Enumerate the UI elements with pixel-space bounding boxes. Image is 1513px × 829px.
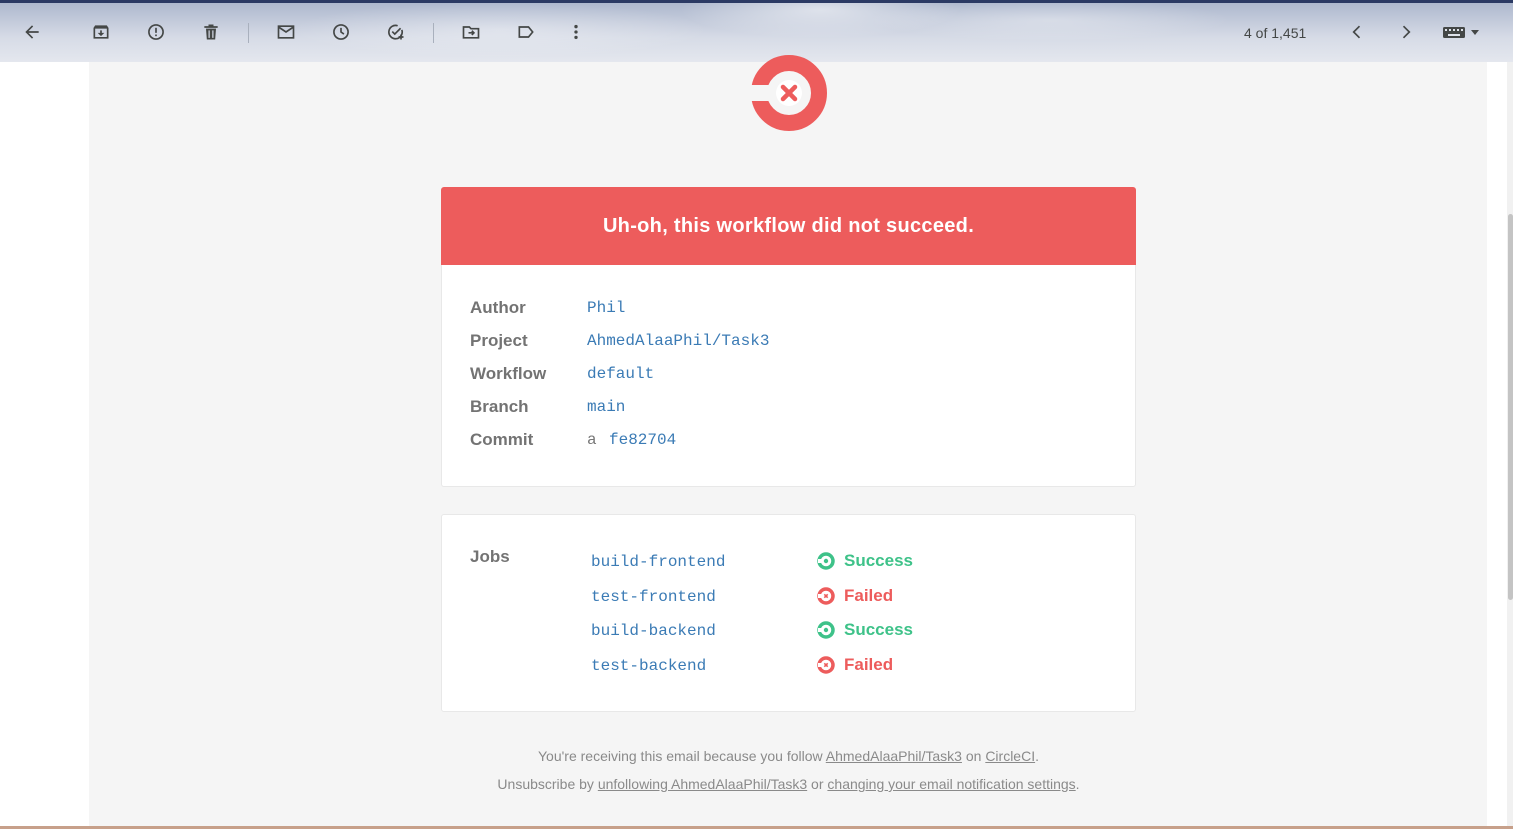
job-status: Failed bbox=[816, 655, 893, 675]
footer-text: or bbox=[807, 776, 828, 792]
unfollow-link[interactable]: unfollowing AhmedAlaaPhil/Task3 bbox=[598, 776, 807, 792]
toolbar-divider bbox=[248, 23, 249, 43]
chevron-left-icon[interactable] bbox=[1339, 14, 1375, 50]
delete-icon[interactable] bbox=[193, 14, 229, 50]
project-label: Project bbox=[470, 331, 528, 350]
add-task-icon[interactable] bbox=[378, 14, 414, 50]
more-vert-icon[interactable] bbox=[558, 14, 594, 50]
message-counter: 4 of 1,451 bbox=[1244, 25, 1307, 41]
failed-icon bbox=[817, 656, 835, 674]
toolbar-divider bbox=[433, 23, 434, 43]
back-arrow-icon[interactable] bbox=[14, 14, 50, 50]
job-name[interactable]: test-frontend bbox=[591, 588, 716, 606]
job-status: Failed bbox=[816, 586, 893, 606]
commit-prefix: a bbox=[587, 431, 597, 449]
workflow-status-banner: Uh-oh, this workflow did not succeed. bbox=[441, 187, 1136, 265]
notification-settings-link[interactable]: changing your email notification setting… bbox=[827, 776, 1075, 792]
job-status-label: Success bbox=[844, 620, 913, 639]
workflow-label: Workflow bbox=[470, 364, 547, 383]
move-to-icon[interactable] bbox=[453, 14, 489, 50]
success-icon bbox=[817, 552, 835, 570]
job-name[interactable]: test-backend bbox=[591, 657, 706, 675]
workflow-value[interactable]: default bbox=[587, 365, 654, 383]
commit-label: Commit bbox=[470, 430, 534, 449]
job-status-label: Failed bbox=[844, 655, 894, 674]
jobs-card bbox=[441, 514, 1136, 712]
footer-follow-notice: You're receiving this email because you … bbox=[441, 748, 1136, 764]
author-value[interactable]: Phil bbox=[587, 299, 625, 317]
commit-hash[interactable]: fe82704 bbox=[609, 431, 676, 449]
project-value[interactable]: AhmedAlaaPhil/Task3 bbox=[587, 332, 769, 350]
job-status: Success bbox=[816, 551, 913, 571]
footer-unsubscribe: Unsubscribe by unfollowing AhmedAlaaPhil… bbox=[441, 776, 1136, 792]
message-toolbar: 4 of 1,451 bbox=[0, 3, 1513, 62]
success-icon bbox=[817, 621, 835, 639]
report-spam-icon[interactable] bbox=[138, 14, 174, 50]
snooze-icon[interactable] bbox=[323, 14, 359, 50]
author-label: Author bbox=[470, 298, 526, 317]
job-name[interactable]: build-frontend bbox=[591, 553, 725, 571]
chevron-right-icon[interactable] bbox=[1388, 14, 1424, 50]
job-name[interactable]: build-backend bbox=[591, 622, 716, 640]
failed-icon bbox=[817, 587, 835, 605]
job-status-label: Success bbox=[844, 551, 913, 570]
footer-text: . bbox=[1075, 776, 1080, 792]
circleci-failed-logo bbox=[750, 55, 828, 131]
keyboard-icon[interactable] bbox=[1436, 14, 1486, 50]
job-status-label: Failed bbox=[844, 586, 894, 605]
circleci-link[interactable]: CircleCI bbox=[985, 748, 1035, 764]
archive-icon[interactable] bbox=[83, 14, 119, 50]
job-status: Success bbox=[816, 620, 913, 640]
mark-unread-icon[interactable] bbox=[268, 14, 304, 50]
project-link[interactable]: AhmedAlaaPhil/Task3 bbox=[826, 748, 962, 764]
branch-value[interactable]: main bbox=[587, 398, 625, 416]
label-icon[interactable] bbox=[508, 14, 544, 50]
jobs-label: Jobs bbox=[470, 547, 510, 566]
branch-label: Branch bbox=[470, 397, 529, 416]
footer-text: . bbox=[1035, 748, 1039, 764]
scrollbar-thumb[interactable] bbox=[1508, 214, 1513, 600]
footer-text: Unsubscribe by bbox=[497, 776, 598, 792]
footer-text: You're receiving this email because you … bbox=[538, 748, 826, 764]
footer-text: on bbox=[961, 748, 986, 764]
